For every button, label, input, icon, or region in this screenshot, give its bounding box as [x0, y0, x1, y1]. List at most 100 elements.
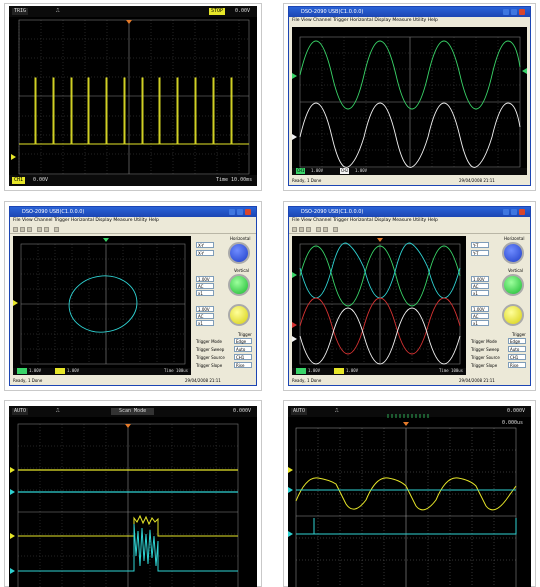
panel-1-ch1-badge: CH1: [12, 177, 26, 184]
panel-3-maximize-button[interactable]: [237, 209, 243, 215]
panel-3-horizontal-label: Horizontal: [230, 236, 251, 241]
panel-3-status-left: Ready, 1 Done: [13, 378, 43, 383]
panel-4-horizontal-select[interactable]: Y-T: [471, 242, 489, 248]
panel-4-trig-sweep-label: Trigger Sweep: [471, 347, 500, 352]
panel-3-ch1-coupling-select[interactable]: AC: [196, 283, 214, 289]
panel-3-statusbar: Ready, 1 Done 29/04/2008 21:11: [10, 377, 256, 385]
panel-4-trig-mode-select[interactable]: Edge: [508, 338, 526, 344]
panel-2-ch1-badge: CH1: [296, 168, 306, 174]
panel-4-minimize-button[interactable]: [503, 209, 509, 215]
panel-1-pulse-trace: [19, 77, 249, 145]
panel-6-graticule: [288, 414, 517, 587]
panel-3-close-button[interactable]: [245, 209, 251, 215]
panel-3-titlebar: DSO-2090 USB(C1.0.0.0): [10, 207, 256, 217]
panel-3-trig-source-label: Trigger Source: [196, 355, 225, 360]
panel-3-ch1-probe-select[interactable]: x1: [196, 290, 214, 296]
panel-2-scope-bottombar: CH1 1.00V CH2 1.00V: [292, 168, 527, 175]
panel-4-format-select[interactable]: Y-T: [471, 250, 489, 256]
panel-4-close-button[interactable]: [519, 209, 525, 215]
panel-4-time-knob[interactable]: [502, 242, 524, 264]
panel-4-graticule: [292, 238, 461, 365]
panel-3-trig-mode-select[interactable]: Edge: [234, 338, 252, 344]
panel-2-menubar[interactable]: File View Channel Trigger Horizontal Dis…: [289, 17, 530, 25]
panel-1-timebase: Time 10.00ms: [216, 177, 253, 183]
panel-4-maximize-button[interactable]: [511, 209, 517, 215]
panel-6-scope: AUTO ⎍ 0.000V 0.000us: [288, 406, 531, 587]
panel-2-ch1-volts: 1.00V: [311, 168, 324, 173]
panel-4-tool-save[interactable]: [299, 227, 304, 232]
panel-3-horizontal-select[interactable]: X-Y: [196, 242, 214, 248]
panel-4-trig-mode-label: Trigger Mode: [471, 339, 497, 344]
panel-3-ch2-probe-select[interactable]: x1: [196, 320, 214, 326]
panel-3-ch2-coupling-select[interactable]: AC: [196, 313, 214, 319]
panel-2-window: DSO-2090 USB(C1.0.0.0) File View Channel…: [288, 6, 531, 186]
panel-2-graticule: [292, 36, 527, 168]
panel-4-ch1-coupling-select[interactable]: AC: [471, 283, 489, 289]
panel-4-ch2-volts: 1.00V: [346, 368, 359, 373]
panel-4-tool-zoom[interactable]: [333, 227, 338, 232]
panel-4-trig-source-select[interactable]: CH1: [508, 354, 526, 360]
panel-2-titlebar: DSO-2090 USB(C1.0.0.0): [289, 7, 530, 17]
panel-3-minimize-button[interactable]: [229, 209, 235, 215]
panel-4-ch1-volt-select[interactable]: 1.00V: [471, 276, 489, 282]
panel-3-tool-zoom[interactable]: [54, 227, 59, 232]
panel-1-graticule: [11, 19, 250, 175]
panel-5-graticule: [10, 423, 239, 587]
panel-4-statusbar: Ready, 1 Done 29/04/2008 21:11: [289, 377, 530, 385]
panel-4-trig-sweep-select[interactable]: Auto: [508, 346, 526, 352]
panel-4-trig-slope-select[interactable]: Rise: [508, 362, 526, 368]
panel-4-ch2-volt-select[interactable]: 1.00V: [471, 306, 489, 312]
panel-3-ch1-knob[interactable]: [228, 274, 250, 296]
panel-3-trig-slope-select[interactable]: Rise: [234, 362, 252, 368]
panel-4-tool-run[interactable]: [316, 227, 321, 232]
panel-3-tool-stop[interactable]: [44, 227, 49, 232]
panel-3-tool-run[interactable]: [37, 227, 42, 232]
panel-2-status-left: Ready, 1 Done: [292, 178, 322, 183]
panel-4-ch2-knob[interactable]: [502, 304, 524, 326]
panel-4-status-right: 29/04/2008 21:11: [459, 378, 495, 383]
panel-4-tool-print[interactable]: [306, 227, 311, 232]
panel-3-ch1-volt-select[interactable]: 1.00V: [196, 276, 214, 282]
panel-3-tool-print[interactable]: [27, 227, 32, 232]
panel-3-tool-open[interactable]: [13, 227, 18, 232]
panel-4-scope-bottombar: 1.00V 1.00V Time 100us: [292, 368, 466, 375]
panel-4-tool-stop[interactable]: [323, 227, 328, 232]
panel-3-ch2-volts: 1.00V: [67, 368, 80, 373]
panel-3-ch2-knob[interactable]: [228, 304, 250, 326]
panel-3-side-panel: Horizontal X-Y X-Y Vertical 1.00V AC x1 …: [194, 236, 255, 375]
panel-3-trig-sweep-select[interactable]: Auto: [234, 346, 252, 352]
panel-4-tool-open[interactable]: [292, 227, 297, 232]
panel-4-scope: [292, 236, 466, 375]
panel-2-scope: CH1 1.00V CH2 1.00V: [292, 27, 527, 175]
panel-4-ch2-badge: [334, 368, 344, 374]
panel-3-ch2-volt-select[interactable]: 1.00V: [196, 306, 214, 312]
panel-2-ch2-volts: 1.00V: [355, 168, 368, 173]
panel-3-ch1-volts: 1.00V: [29, 368, 42, 373]
panel-4-ch1-badge: [296, 368, 306, 374]
panel-3-tool-save[interactable]: [20, 227, 25, 232]
panel-3-menubar[interactable]: File View Channel Trigger Horizontal Dis…: [10, 217, 256, 225]
panel-4-ch2-probe-select[interactable]: x1: [471, 320, 489, 326]
panel-4-trig-slope-label: Trigger Slope: [471, 363, 498, 368]
panel-2-close-button[interactable]: [519, 9, 525, 15]
panel-4-ch2-coupling-select[interactable]: AC: [471, 313, 489, 319]
panel-3-status-right: 29/04/2008 21:11: [185, 378, 221, 383]
panel-4-status-left: Ready, 1 Done: [292, 378, 322, 383]
panel-3-time-knob[interactable]: [228, 242, 250, 264]
panel-3-scope-bottombar: 1.00V 1.00V Time 100us: [13, 368, 191, 375]
panel-4-vertical-label: Vertical: [508, 268, 523, 273]
panel-3-trig-source-select[interactable]: CH1: [234, 354, 252, 360]
panel-3-scope: [13, 236, 191, 375]
panel-3-format-select[interactable]: X-Y: [196, 250, 214, 256]
panel-2-maximize-button[interactable]: [511, 9, 517, 15]
panel-3-trig-sweep-label: Trigger Sweep: [196, 347, 225, 352]
panel-1-scope: TRIG ⎍ 0.00V STOP CH1 0.00V Time 10.00ms: [9, 6, 257, 186]
panel-4-ch1-probe-select[interactable]: x1: [471, 290, 489, 296]
panel-4-menubar[interactable]: File View Channel Trigger Horizontal Dis…: [289, 217, 530, 225]
panel-4-ch1-knob[interactable]: [502, 274, 524, 296]
panel-3-trig-slope-label: Trigger Slope: [196, 363, 223, 368]
panel-3-timebase: Time 100us: [164, 368, 189, 373]
panel-2-minimize-button[interactable]: [503, 9, 509, 15]
panel-3-vertical-label: Vertical: [234, 268, 249, 273]
panel-2-ch2-badge: CH2: [340, 168, 350, 174]
